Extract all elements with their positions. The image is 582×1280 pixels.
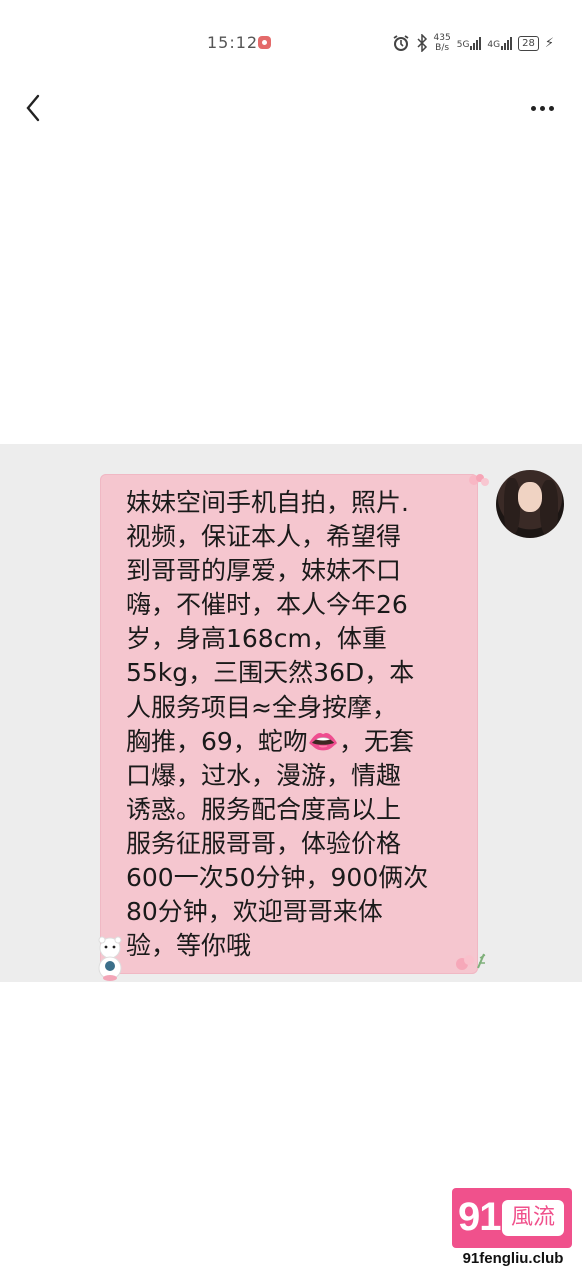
top-nav (0, 80, 582, 136)
recording-icon (258, 36, 271, 49)
signal-icon-4g: 4G (487, 36, 513, 50)
charging-icon: ⚡ (544, 35, 554, 51)
more-button[interactable] (522, 94, 562, 122)
bluetooth-icon (417, 34, 427, 52)
net-speed-unit: B/s (435, 43, 450, 53)
watermark-domain: 91fengliu.club (462, 1250, 564, 1267)
signal-icon-5g: 5G (457, 36, 482, 50)
watermark-logo: 91 風流 91fengliu.club (452, 1188, 572, 1272)
signal-label-5g: 5G (456, 40, 470, 50)
status-bar: 15:12 435 B/s 5G 4G 28 ⚡ (0, 0, 582, 80)
back-button[interactable] (18, 90, 54, 126)
flower-decoration-icon (456, 953, 486, 970)
bear-sticker-icon (98, 936, 122, 981)
more-dots-icon (530, 105, 536, 111)
watermark-number: 91 (458, 1195, 501, 1239)
watermark-word: 風流 (502, 1200, 564, 1236)
status-icons: 435 B/s 5G 4G 28 ⚡ (392, 32, 554, 54)
alarm-icon (393, 35, 409, 51)
chevron-left-icon (26, 94, 40, 122)
status-time: 15:12 (207, 33, 259, 52)
net-speed: 435 B/s (434, 33, 451, 53)
watermark-badge: 91 風流 (452, 1188, 572, 1248)
avatar[interactable] (496, 470, 564, 538)
message-text: 妹妹空间手机自拍，照片. 视频，保证本人，希望得 到哥哥的厚爱，妹妹不口 嗨，不… (126, 488, 429, 961)
flower-decoration-icon (469, 474, 489, 486)
battery-icon: 28 (518, 35, 539, 51)
signal-label-4g: 4G (487, 40, 501, 50)
net-speed-value: 435 (433, 33, 451, 43)
